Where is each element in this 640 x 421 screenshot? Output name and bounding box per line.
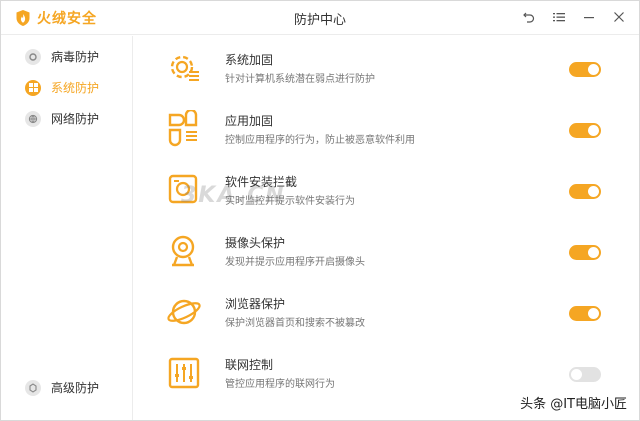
sidebar-item-label: 系统防护 <box>51 81 100 95</box>
app-hardening-toggle[interactable] <box>569 123 601 138</box>
app-window: 火绒安全 防护中心 病毒防护 系统防护 网络防护 高级防护 系统加固 针对计算机… <box>0 0 640 421</box>
webcam-icon <box>171 235 195 267</box>
sidebar-item-virus-protection[interactable]: 病毒防护 <box>25 48 99 65</box>
system-hardening-toggle[interactable] <box>569 62 601 77</box>
webcam-protection-toggle[interactable] <box>569 245 601 260</box>
virus-protection-icon <box>25 48 41 65</box>
sidebar-item-system-protection[interactable]: 系统防护 <box>25 79 99 96</box>
feature-row-webcam-protection: 摄像头保护 发现并提示应用程序开启摄像头 <box>161 228 611 284</box>
feature-row-system-hardening: 系统加固 针对计算机系统潜在弱点进行防护 <box>161 45 611 101</box>
sidebar-item-network-protection[interactable]: 网络防护 <box>25 110 99 127</box>
browser-protection-toggle[interactable] <box>569 306 601 321</box>
feature-title: 浏览器保护 <box>225 297 286 311</box>
undo-arrow-icon <box>523 12 535 23</box>
close-button[interactable] <box>611 9 627 25</box>
network-control-icon <box>168 357 200 389</box>
feature-title: 系统加固 <box>225 53 274 67</box>
apps-icon <box>168 110 198 147</box>
feature-title: 应用加固 <box>225 114 274 128</box>
minimize-icon <box>584 17 594 19</box>
feature-row-app-hardening: 应用加固 控制应用程序的行为，防止被恶意软件利用 <box>161 106 611 162</box>
network-protection-icon <box>25 110 41 127</box>
feature-row-browser-protection: 浏览器保护 保护浏览器首页和搜索不被篡改 <box>161 289 611 345</box>
feature-description: 管控应用程序的联网行为 <box>225 379 335 390</box>
feature-description: 发现并提示应用程序开启摄像头 <box>225 257 365 268</box>
sidebar-item-label: 病毒防护 <box>51 50 100 64</box>
sidebar-item-label: 高级防护 <box>51 381 100 395</box>
close-icon <box>614 12 624 22</box>
title-bar: 火绒安全 防护中心 <box>1 1 639 35</box>
gear-shield-icon <box>170 55 199 81</box>
feature-description: 针对计算机系统潜在弱点进行防护 <box>225 74 375 85</box>
install-block-toggle[interactable] <box>569 184 601 199</box>
watermark-corner: 头条 @IT电脑小匠 <box>520 397 627 412</box>
watermark-center: 3KA.CN <box>181 183 286 208</box>
sidebar-item-advanced-protection[interactable]: 高级防护 <box>25 379 99 396</box>
sidebar: 病毒防护 系统防护 网络防护 高级防护 <box>1 36 133 420</box>
system-protection-icon <box>25 79 41 96</box>
feature-description: 保护浏览器首页和搜索不被篡改 <box>225 318 365 329</box>
feature-description: 控制应用程序的行为，防止被恶意软件利用 <box>225 135 415 146</box>
browser-planet-icon <box>167 299 201 325</box>
network-control-toggle[interactable] <box>569 367 601 382</box>
list-menu-icon <box>553 13 565 22</box>
advanced-protection-icon <box>25 379 41 396</box>
feature-title: 联网控制 <box>225 358 274 372</box>
menu-button[interactable] <box>551 9 567 25</box>
back-button[interactable] <box>521 9 537 25</box>
feature-title: 摄像头保护 <box>225 236 286 250</box>
minimize-button[interactable] <box>581 9 597 25</box>
sidebar-item-label: 网络防护 <box>51 112 100 126</box>
window-controls <box>521 9 627 25</box>
